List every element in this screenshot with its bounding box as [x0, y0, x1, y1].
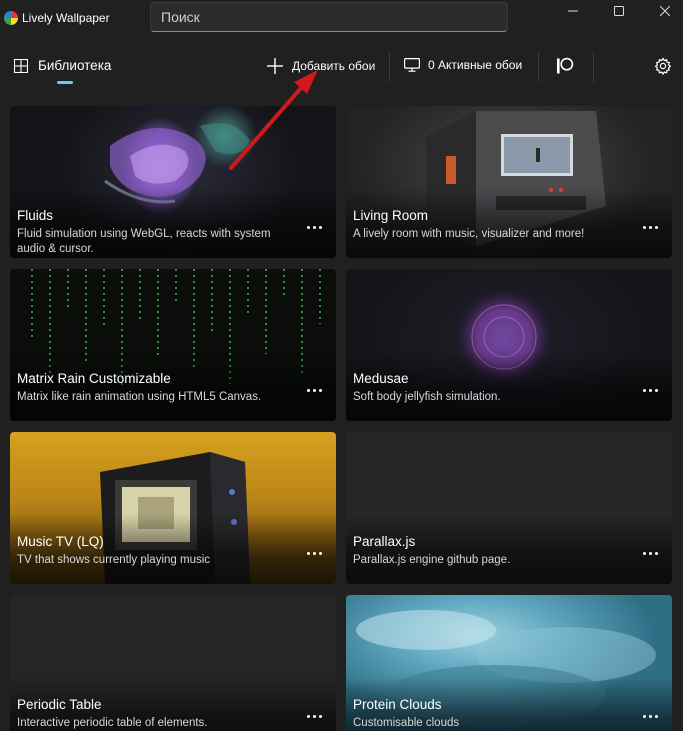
more-options-button[interactable]	[302, 383, 326, 397]
maximize-button[interactable]	[596, 0, 642, 22]
wallpaper-card-living-room[interactable]: Living Room A lively room with music, vi…	[346, 106, 672, 258]
divider	[389, 52, 390, 82]
patreon-icon	[557, 57, 574, 74]
close-button[interactable]	[642, 0, 683, 22]
monitor-icon	[404, 58, 420, 72]
search-input[interactable]	[150, 2, 508, 32]
more-options-button[interactable]	[302, 546, 326, 560]
library-tab[interactable]: Библиотека	[14, 58, 111, 73]
maximize-icon	[614, 6, 624, 16]
wallpaper-title: Matrix Rain Customizable	[17, 371, 171, 386]
add-wallpaper-label: Добавить обои	[292, 59, 376, 73]
more-options-button[interactable]	[638, 220, 662, 234]
lively-logo-icon	[4, 11, 18, 25]
more-options-button[interactable]	[638, 546, 662, 560]
more-options-button[interactable]	[302, 220, 326, 234]
settings-button[interactable]	[654, 57, 672, 80]
grid-icon	[14, 58, 28, 73]
divider	[593, 52, 594, 82]
wallpaper-description: Parallax.js engine github page.	[353, 554, 511, 566]
wallpaper-title: Music TV (LQ)	[17, 534, 104, 549]
wallpaper-description: Soft body jellyfish simulation.	[353, 391, 501, 403]
wallpaper-description: Matrix like rain animation using HTML5 C…	[17, 391, 262, 403]
active-wallpapers-button[interactable]: 0 Активные обои	[404, 58, 522, 72]
patreon-button[interactable]	[556, 57, 574, 80]
wallpaper-title: Fluids	[17, 208, 54, 223]
nav-bar: Библиотека Добавить обои 0 Активные обои	[0, 40, 683, 92]
wallpaper-description: TV that shows currently playing music	[17, 554, 211, 566]
wallpaper-card-medusae[interactable]: Medusae Soft body jellyfish simulation.	[346, 269, 672, 421]
wallpaper-title: Periodic Table	[17, 697, 102, 712]
more-options-button[interactable]	[638, 709, 662, 723]
wallpaper-title: Protein Clouds	[353, 697, 442, 712]
plus-icon	[267, 58, 283, 74]
divider	[538, 52, 539, 82]
card-overlay	[346, 351, 672, 421]
wallpaper-card-music-tv[interactable]: Music TV (LQ) TV that shows currently pl…	[10, 432, 336, 584]
minimize-button[interactable]	[550, 0, 596, 22]
title-bar: Lively Wallpaper	[0, 0, 683, 40]
wallpaper-title: Living Room	[353, 208, 429, 223]
card-overlay	[10, 351, 336, 421]
gear-icon	[654, 57, 672, 76]
app-title: Lively Wallpaper	[22, 11, 110, 25]
active-wallpapers-label: 0 Активные обои	[428, 58, 523, 72]
wallpaper-card-parallax[interactable]: Parallax.js Parallax.js engine github pa…	[346, 432, 672, 584]
wallpaper-card-periodic-table[interactable]: Periodic Table Interactive periodic tabl…	[10, 595, 336, 731]
wallpaper-title: Parallax.js	[353, 534, 416, 549]
wallpaper-description: Customisable clouds	[353, 717, 460, 729]
wallpaper-title: Medusae	[353, 371, 409, 386]
wallpaper-card-matrix-rain[interactable]: Matrix Rain Customizable Matrix like rai…	[10, 269, 336, 421]
close-icon	[660, 6, 670, 16]
wallpaper-description: Interactive periodic table of elements.	[17, 717, 208, 729]
wallpaper-card-protein-clouds[interactable]: Protein Clouds Customisable clouds	[346, 595, 672, 731]
more-options-button[interactable]	[638, 383, 662, 397]
wallpaper-grid: Fluids Fluid simulation using WebGL, rea…	[0, 92, 683, 731]
wallpaper-description: Fluid simulation using WebGL, reacts wit…	[17, 228, 271, 255]
minimize-icon	[568, 10, 578, 12]
card-overlay	[346, 514, 672, 584]
wallpaper-description: A lively room with music, visualizer and…	[353, 228, 585, 240]
add-wallpaper-button[interactable]: Добавить обои	[266, 57, 375, 75]
wallpaper-card-fluids[interactable]: Fluids Fluid simulation using WebGL, rea…	[10, 106, 336, 258]
more-options-button[interactable]	[302, 709, 326, 723]
selected-tab-indicator	[57, 81, 73, 84]
library-tab-label: Библиотека	[38, 58, 112, 73]
card-overlay	[10, 514, 336, 584]
card-overlay	[346, 188, 672, 258]
